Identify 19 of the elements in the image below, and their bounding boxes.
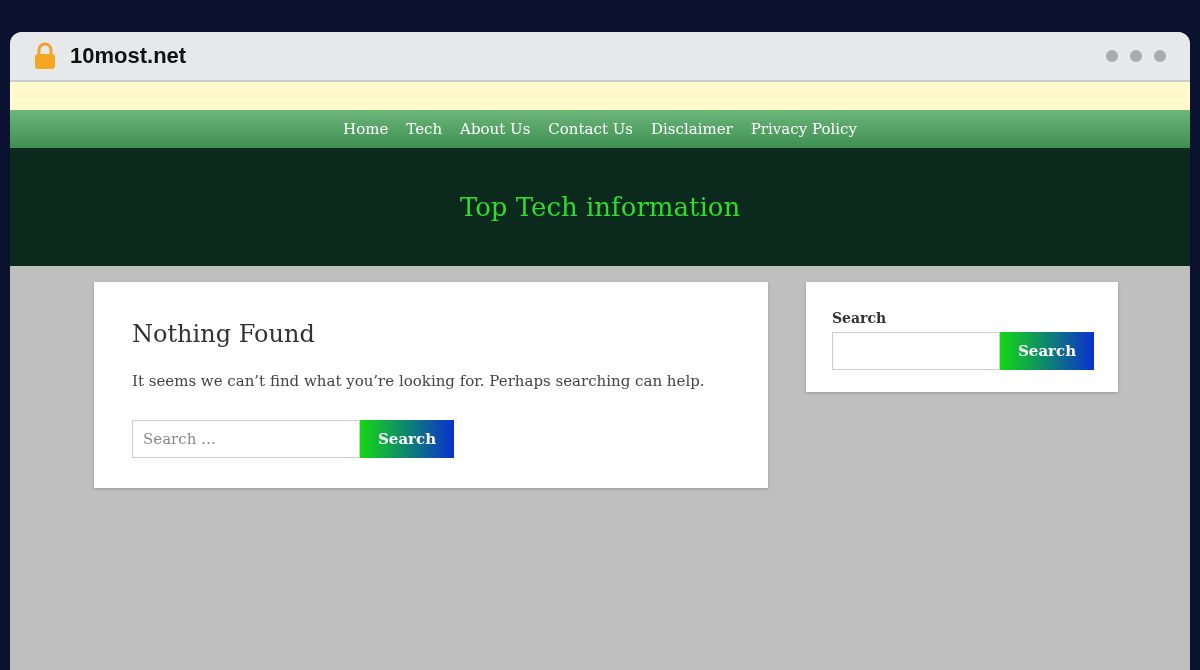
padlock-icon [34, 42, 56, 70]
search-field[interactable]: Search … [132, 420, 360, 458]
nav-link[interactable]: Contact Us [548, 120, 634, 138]
window-dot-icon[interactable] [1130, 50, 1142, 62]
nav-link[interactable]: Privacy Policy [750, 120, 857, 138]
search-button[interactable]: Search [1000, 332, 1095, 370]
nav-link[interactable]: Home [343, 120, 389, 138]
window-dot-icon[interactable] [1106, 50, 1118, 62]
window-dot-icon[interactable] [1154, 50, 1166, 62]
nav-link[interactable]: About Us [460, 120, 531, 138]
search-label: Search [832, 310, 888, 326]
message-text: It seems we can’t find what you’re looking for. Perhaps searching can help. [132, 372, 706, 390]
site-title[interactable]: Top Tech information [459, 192, 741, 222]
search-field[interactable] [832, 332, 1000, 370]
search-button[interactable]: Search [360, 420, 455, 458]
nav-link[interactable]: Tech [406, 120, 443, 138]
nav-link[interactable]: Disclaimer [651, 120, 733, 138]
page-heading: Nothing Found [132, 320, 316, 348]
address-text: 10most.net [70, 43, 187, 69]
